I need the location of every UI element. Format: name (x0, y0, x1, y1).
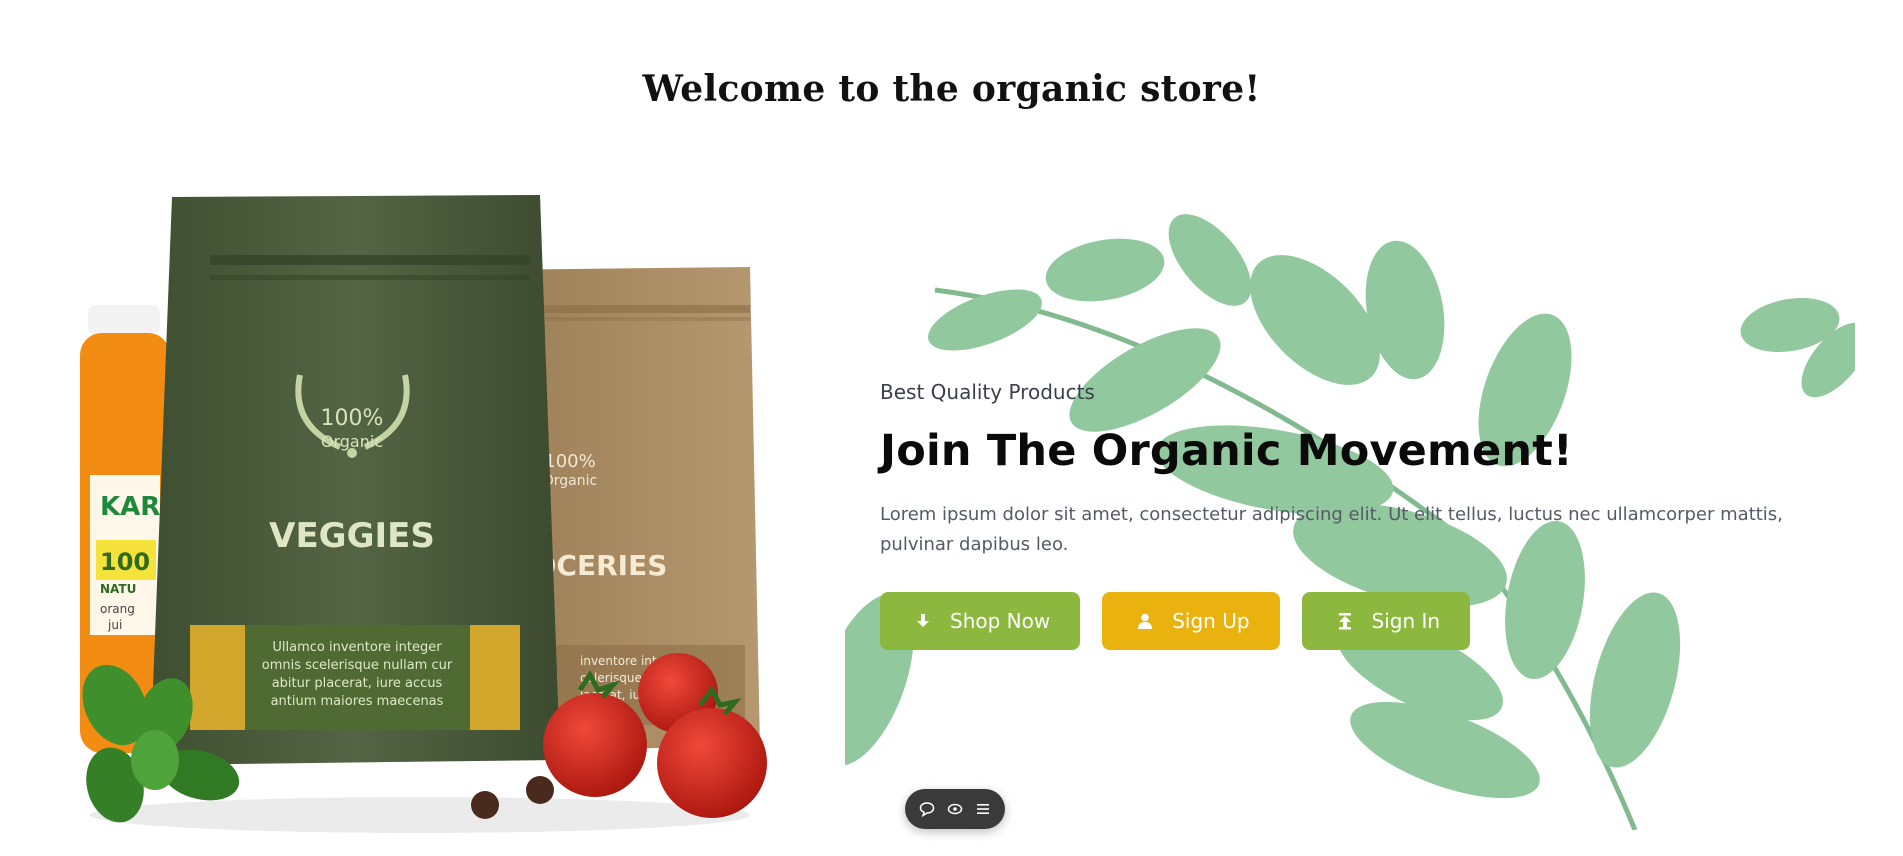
hero-copy: Best Quality Products Join The Organic M… (880, 380, 1850, 650)
hero-buttons: Shop Now Sign Up Sign In (880, 592, 1850, 650)
user-icon (1134, 613, 1156, 629)
chat-icon[interactable] (916, 798, 938, 820)
shop-now-label: Shop Now (950, 609, 1051, 633)
product-image: KAR 100 NATU orang jui 100% Organic OCER… (80, 195, 767, 833)
hero-section: Best Quality Products Join The Organic M… (845, 210, 1855, 830)
floating-toolbar (905, 789, 1005, 829)
upload-icon (1334, 612, 1356, 630)
bag-veggies: 100% Organic VEGGIES Ullamco inventore i… (150, 195, 560, 765)
eye-icon[interactable] (944, 798, 966, 820)
svg-text:100: 100 (100, 548, 150, 576)
svg-text:NATU: NATU (100, 582, 136, 596)
svg-text:Organic: Organic (543, 473, 597, 489)
sign-in-label: Sign In (1371, 609, 1441, 633)
hero-headline: Join The Organic Movement! (880, 426, 1573, 476)
svg-text:Ullamco inventore integer: Ullamco inventore integer (272, 640, 442, 655)
sign-up-button[interactable]: Sign Up (1102, 592, 1280, 650)
svg-text:omnis scelerisque nullam cur: omnis scelerisque nullam cur (262, 658, 453, 673)
svg-text:jui: jui (107, 618, 122, 632)
shop-now-button[interactable]: Shop Now (880, 592, 1081, 650)
svg-text:100%: 100% (321, 406, 384, 431)
svg-text:VEGGIES: VEGGIES (269, 516, 435, 556)
download-icon (912, 613, 934, 629)
menu-icon[interactable] (972, 798, 994, 820)
svg-text:KAR: KAR (100, 492, 160, 522)
svg-text:Organic: Organic (321, 432, 383, 451)
hero-kicker: Best Quality Products (880, 380, 1095, 404)
hero-description: Lorem ipsum dolor sit amet, consectetur … (880, 504, 1783, 555)
svg-text:100%: 100% (544, 451, 595, 472)
svg-text:abitur placerat, iure accus: abitur placerat, iure accus (272, 676, 443, 691)
page-title: Welcome to the organic store! (642, 68, 1261, 110)
sign-in-button[interactable]: Sign In (1301, 592, 1471, 650)
svg-text:orang: orang (100, 602, 135, 616)
sign-up-label: Sign Up (1172, 609, 1250, 633)
svg-text:antium maiores maecenas: antium maiores maecenas (271, 694, 444, 709)
